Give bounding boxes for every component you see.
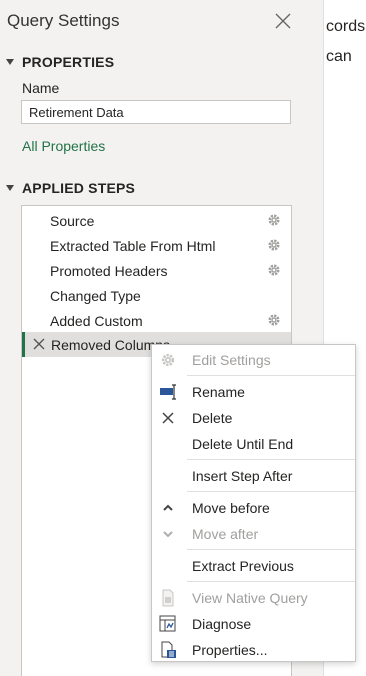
menu-item-label: View Native Query [192,590,308,606]
gear-icon[interactable] [267,313,281,327]
step-label: Source [50,213,95,229]
menu-separator [187,549,355,550]
menu-item-delete-until-end[interactable]: Delete Until End [152,431,355,456]
query-name-input[interactable] [21,100,291,124]
menu-item-move-before[interactable]: Move before [152,495,355,520]
menu-item-label: Delete Until End [192,436,294,452]
gear-icon [161,353,175,367]
rename-icon [160,384,176,400]
menu-item-diagnose[interactable]: Diagnose [152,611,355,636]
step-label: Extracted Table From Html [50,238,216,254]
collapse-triangle-icon [6,185,14,191]
menu-item-move-after[interactable]: Move after [152,521,355,546]
applied-steps-header-label: APPLIED STEPS [22,180,136,196]
menu-separator [187,581,355,582]
background-text-line: can [326,48,352,65]
menu-item-label: Extract Previous [192,558,294,574]
menu-item-label: Delete [192,410,233,426]
step-context-menu: Edit Settings Rename Delete Delete Until… [151,344,356,662]
all-properties-link[interactable]: All Properties [22,138,105,154]
menu-item-label: Edit Settings [192,352,271,368]
menu-item-insert-step-after[interactable]: Insert Step After [152,463,355,488]
applied-step-source[interactable]: Source [22,208,291,233]
step-label: Changed Type [50,288,141,304]
menu-separator [187,459,355,460]
name-label: Name [22,80,60,96]
gear-icon[interactable] [267,213,281,227]
menu-item-label: Properties... [192,642,268,658]
menu-separator [187,375,355,376]
step-label: Promoted Headers [50,263,168,279]
chevron-up-icon [163,504,173,511]
collapse-triangle-icon [6,59,14,65]
menu-item-view-native-query[interactable]: View Native Query [152,585,355,610]
properties-section-header[interactable]: PROPERTIES [6,54,114,70]
menu-item-edit-settings[interactable]: Edit Settings [152,347,355,372]
menu-item-label: Rename [192,384,245,400]
diagnose-icon [159,615,176,632]
close-icon[interactable] [274,12,292,30]
step-label: Added Custom [50,313,143,329]
gear-icon[interactable] [267,238,281,252]
menu-separator [187,491,355,492]
close-icon [162,412,174,424]
menu-item-label: Insert Step After [192,468,293,484]
properties-icon [161,641,176,658]
native-query-icon [162,589,174,607]
pane-title: Query Settings [7,11,120,30]
applied-step-changed-type[interactable]: Changed Type [22,283,291,308]
applied-step-added-custom[interactable]: Added Custom [22,308,291,333]
background-text-line: cords [326,18,366,35]
menu-item-label: Move after [192,526,259,542]
menu-item-rename[interactable]: Rename [152,379,355,404]
chevron-down-icon [163,531,173,538]
menu-item-properties[interactable]: Properties... [152,637,355,662]
gear-icon[interactable] [267,263,281,277]
applied-steps-section-header[interactable]: APPLIED STEPS [6,180,135,196]
menu-item-delete[interactable]: Delete [152,405,355,430]
applied-step-promoted-headers[interactable]: Promoted Headers [22,258,291,283]
applied-step-extracted-table[interactable]: Extracted Table From Html [22,233,291,258]
menu-item-label: Move before [192,500,270,516]
menu-item-label: Diagnose [192,616,252,632]
delete-step-icon[interactable] [33,337,45,351]
menu-item-extract-previous[interactable]: Extract Previous [152,553,355,578]
properties-header-label: PROPERTIES [22,54,115,70]
